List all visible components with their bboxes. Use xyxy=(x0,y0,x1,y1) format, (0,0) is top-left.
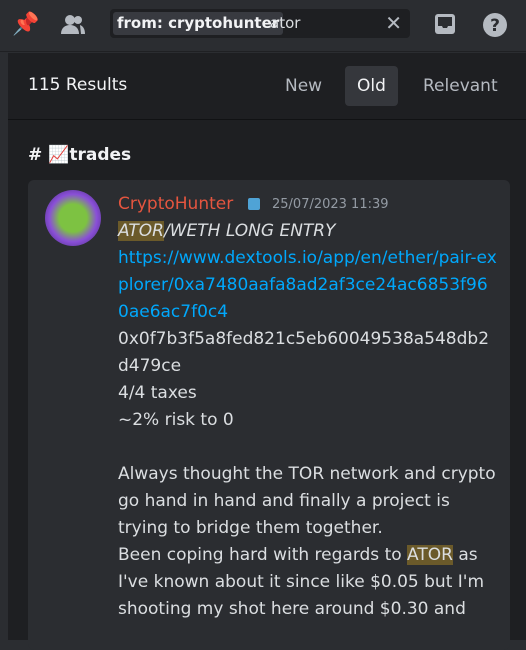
sort-old-tab[interactable]: Old xyxy=(345,66,398,106)
risk-line: ~2% risk to 0 xyxy=(118,410,234,430)
results-header: 115 Results New Old Relevant xyxy=(8,53,526,120)
channel-name: trades xyxy=(69,145,132,165)
dextools-link[interactable]: https://www.dextools.io/app/en/ether/pai… xyxy=(118,248,497,322)
search-highlight: ATOR xyxy=(118,221,164,241)
search-highlight: ATOR xyxy=(407,545,453,565)
message-content: ATOR/WETH LONG ENTRY https://www.dextool… xyxy=(118,218,498,623)
avatar[interactable] xyxy=(45,190,101,246)
chart-emoji-icon: 📈 xyxy=(48,145,70,165)
clear-search-icon[interactable]: ✕ xyxy=(385,11,402,36)
members-icon[interactable] xyxy=(60,12,86,38)
search-results-panel: 115 Results New Old Relevant # 📈trades C… xyxy=(8,53,526,650)
channel-hash-icon: # xyxy=(28,145,43,165)
pin-icon[interactable]: 📌 xyxy=(12,12,39,38)
message-title: /WETH LONG ENTRY xyxy=(163,221,336,241)
sort-relevant-tab[interactable]: Relevant xyxy=(411,66,510,106)
search-input[interactable]: from: cryptohunter ator ✕ xyxy=(110,9,410,38)
search-filter-chip[interactable]: from: cryptohunter xyxy=(113,12,284,35)
text: Been coping hard with regards to xyxy=(118,545,408,565)
sort-new-tab[interactable]: New xyxy=(273,66,334,106)
contract-address: 0x0f7b3f5a8fed821c5eb60049538a548db2d479… xyxy=(118,329,490,376)
paragraph-2: Been coping hard with regards to ATOR as… xyxy=(118,542,498,623)
results-count: 115 Results xyxy=(28,75,128,95)
search-query[interactable]: ator xyxy=(270,12,300,35)
paragraph-1: Always thought the TOR network and crypt… xyxy=(118,464,496,538)
channel-heading[interactable]: # 📈trades xyxy=(28,145,131,165)
author-name[interactable]: CryptoHunter xyxy=(118,194,233,214)
help-icon[interactable]: ? xyxy=(482,12,508,38)
timestamp: 25/07/2023 11:39 xyxy=(272,197,389,212)
inbox-icon[interactable] xyxy=(432,12,458,38)
search-result-message[interactable]: CryptoHunter 25/07/2023 11:39 ATOR/WETH … xyxy=(28,180,510,650)
role-badge-icon xyxy=(248,198,260,210)
top-toolbar: 📌 from: cryptohunter ator ✕ ? xyxy=(0,0,526,52)
svg-text:?: ? xyxy=(490,16,500,36)
taxes-line: 4/4 taxes xyxy=(118,383,197,403)
